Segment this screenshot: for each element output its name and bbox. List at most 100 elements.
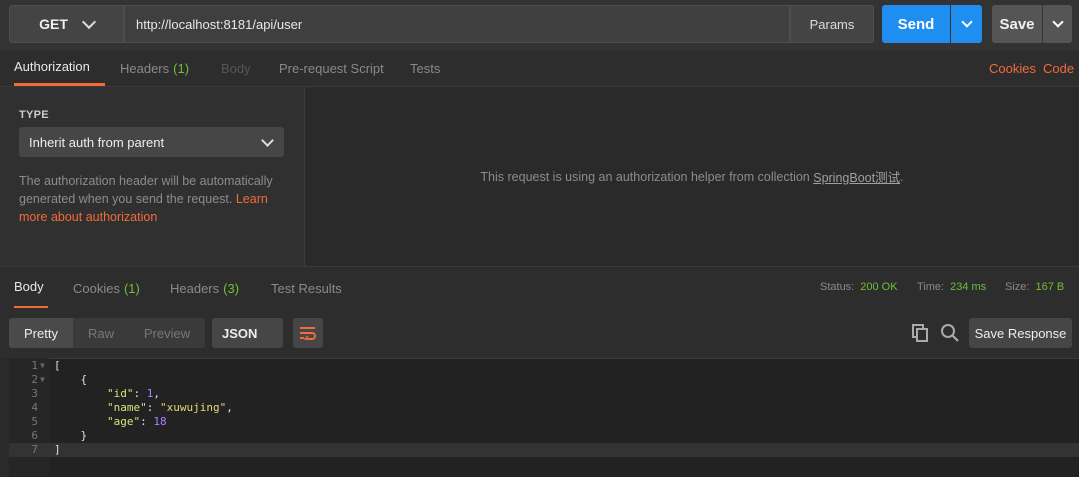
tab-label: Authorization bbox=[14, 59, 90, 74]
json-key: "name" bbox=[106, 401, 147, 414]
chevron-down-icon bbox=[261, 133, 274, 147]
tab-tests[interactable]: Tests bbox=[410, 50, 440, 86]
code-line: 2 ▼ { bbox=[9, 373, 1079, 387]
save-dropdown-button[interactable] bbox=[1043, 5, 1072, 43]
json-value: 18 bbox=[153, 415, 167, 428]
tab-label: Test Results bbox=[271, 280, 342, 296]
copy-button[interactable] bbox=[908, 320, 932, 346]
fold-arrow-icon[interactable]: ▼ bbox=[40, 359, 45, 373]
json-key: "age" bbox=[106, 415, 141, 428]
code-line-current: 7 ] bbox=[9, 443, 1079, 457]
cookies-link[interactable]: Cookies bbox=[989, 50, 1036, 86]
code-line: 5 "age": 18 bbox=[9, 415, 1079, 429]
tab-label: Headers bbox=[170, 280, 220, 296]
line-number: 6 bbox=[31, 429, 38, 442]
json-sep: : bbox=[133, 387, 147, 400]
view-preview-button[interactable]: Preview bbox=[129, 318, 205, 348]
view-pretty-button[interactable]: Pretty bbox=[9, 318, 73, 348]
status-readout: Status: 200 OK bbox=[820, 266, 898, 308]
line-number: 2 bbox=[31, 373, 38, 386]
json-value: "xuwujing" bbox=[159, 401, 227, 414]
code-line: 3 "id": 1, bbox=[9, 387, 1079, 401]
wrap-lines-button[interactable] bbox=[293, 318, 323, 348]
method-label: GET bbox=[39, 16, 68, 32]
tab-count: (3) bbox=[223, 280, 240, 296]
line-number: 3 bbox=[31, 387, 38, 400]
url-input[interactable]: http://localhost:8181/api/user bbox=[124, 5, 790, 43]
code-line: 1 ▼ [ bbox=[9, 359, 1079, 373]
auth-description: The authorization header will be automat… bbox=[19, 172, 289, 226]
size-label: Size: bbox=[1005, 281, 1030, 293]
tab-count: (1) bbox=[173, 60, 190, 76]
code-link[interactable]: Code bbox=[1043, 50, 1074, 86]
send-dropdown-button[interactable] bbox=[951, 5, 982, 43]
wrap-lines-icon bbox=[300, 327, 316, 340]
tab-label: Headers bbox=[120, 60, 170, 76]
time-readout: Time: 234 ms bbox=[917, 266, 986, 308]
tab-response-body[interactable]: Body bbox=[14, 267, 48, 309]
tab-label: Cookies bbox=[73, 280, 120, 296]
code-text: "id": 1, bbox=[54, 387, 160, 401]
code-text: "age": 18 bbox=[54, 415, 167, 429]
auth-helper-message: This request is using an authorization h… bbox=[305, 87, 1079, 266]
tab-body[interactable]: Body bbox=[221, 50, 251, 86]
auth-type-value: Inherit auth from parent bbox=[29, 134, 165, 150]
collection-link[interactable]: SpringBoot测试 bbox=[813, 167, 900, 186]
chevron-down-icon bbox=[960, 16, 973, 28]
line-number: 1 bbox=[31, 359, 38, 372]
tab-test-results[interactable]: Test Results bbox=[271, 267, 342, 309]
tab-response-headers[interactable]: Headers (3) bbox=[170, 267, 239, 309]
tab-label: Pre-request Script bbox=[279, 60, 384, 76]
request-tabs: Authorization Headers (1) Body Pre-reque… bbox=[0, 50, 1079, 87]
json-end: , bbox=[153, 387, 160, 400]
view-mode-toggle: Pretty Raw Preview bbox=[9, 318, 205, 348]
format-select[interactable]: JSON bbox=[212, 318, 283, 348]
helper-text: This request is using an authorization h… bbox=[480, 169, 814, 184]
json-sep: : bbox=[140, 415, 154, 428]
format-value: JSON bbox=[222, 325, 258, 341]
code-text: ] bbox=[54, 443, 61, 456]
auth-type-select[interactable]: Inherit auth from parent bbox=[19, 127, 284, 157]
method-select[interactable]: GET bbox=[9, 5, 124, 43]
chevron-down-icon bbox=[1051, 16, 1064, 28]
chevron-down-icon bbox=[81, 14, 96, 29]
code-line: 6 } bbox=[9, 429, 1079, 443]
size-readout: Size: 167 B bbox=[1005, 266, 1064, 308]
status-label: Status: bbox=[820, 281, 855, 293]
tab-pre-request-script[interactable]: Pre-request Script bbox=[279, 50, 384, 86]
json-key: "id" bbox=[106, 387, 134, 400]
tab-label: Tests bbox=[410, 60, 441, 76]
copy-icon bbox=[912, 324, 928, 342]
save-button[interactable]: Save bbox=[992, 5, 1042, 43]
tab-response-cookies[interactable]: Cookies (1) bbox=[73, 267, 140, 309]
line-number: 7 bbox=[31, 443, 38, 456]
tab-label: Body bbox=[221, 60, 251, 76]
tab-authorization[interactable]: Authorization bbox=[14, 50, 105, 86]
send-button[interactable]: Send bbox=[882, 5, 950, 43]
line-number: 4 bbox=[31, 401, 38, 414]
view-raw-button[interactable]: Raw bbox=[73, 318, 129, 348]
helper-suffix: . bbox=[900, 169, 904, 184]
params-button[interactable]: Params bbox=[790, 5, 874, 43]
tab-label: Body bbox=[14, 279, 44, 294]
line-number: 5 bbox=[31, 415, 38, 428]
tab-count: (1) bbox=[123, 280, 140, 296]
tab-headers[interactable]: Headers (1) bbox=[120, 50, 189, 86]
json-sep: : bbox=[146, 401, 160, 414]
code-link-label: Code bbox=[1043, 60, 1075, 76]
time-value: 234 ms bbox=[950, 281, 987, 293]
type-label: TYPE bbox=[19, 109, 49, 121]
cookies-link-label: Cookies bbox=[989, 60, 1036, 76]
status-value: 200 OK bbox=[860, 281, 898, 293]
save-response-button[interactable]: Save Response bbox=[969, 318, 1072, 348]
search-icon bbox=[941, 324, 959, 342]
code-text: [ bbox=[54, 359, 61, 372]
auth-description-text: The authorization header will be automat… bbox=[19, 174, 273, 206]
search-button[interactable] bbox=[938, 320, 962, 346]
code-text: "name": "xuwujing", bbox=[54, 401, 233, 415]
size-value: 167 B bbox=[1035, 281, 1065, 293]
fold-arrow-icon[interactable]: ▼ bbox=[40, 373, 45, 387]
code-text: } bbox=[54, 429, 88, 442]
code-text: { bbox=[54, 373, 88, 386]
time-label: Time: bbox=[917, 281, 945, 293]
